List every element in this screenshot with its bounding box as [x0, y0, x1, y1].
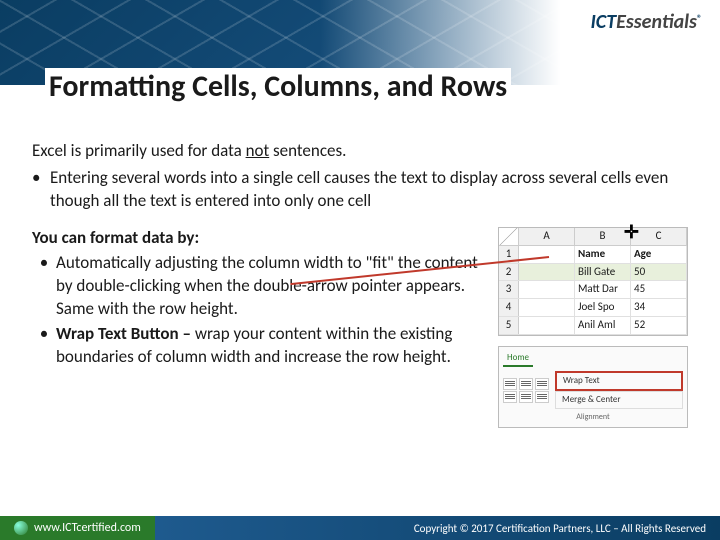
footer-copyright: Copyright © 2017 Certification Partners,…: [155, 516, 720, 540]
bullet-dot: •: [32, 252, 56, 321]
cell: [519, 264, 575, 281]
alignment-buttons: [503, 378, 549, 403]
logo-registered: ®: [697, 12, 702, 25]
image-column: ✛ A B C 1 Name Age 2 Bill Gate: [498, 227, 688, 428]
home-tab: Home: [503, 351, 533, 367]
row-header: 2: [499, 264, 519, 281]
row-header: 5: [499, 317, 519, 334]
align-icon: [519, 391, 533, 403]
merge-center-button: Merge & Center: [555, 391, 683, 409]
bullet-autofit: • Automatically adjusting the column wid…: [32, 252, 484, 321]
col-header: A: [519, 228, 575, 245]
ribbon-group-label: Alignment: [503, 412, 683, 423]
cell: Name: [575, 246, 631, 263]
table-row: 4 Joel Spo 34: [499, 299, 687, 317]
align-icon: [503, 378, 517, 390]
cell: 52: [631, 317, 687, 334]
col-header: C: [631, 228, 687, 245]
logo: ICTEssentials®: [590, 10, 702, 34]
wrap-text-button: Wrap Text: [555, 371, 683, 391]
cell: 34: [631, 299, 687, 316]
table-row: 3 Matt Dar 45: [499, 281, 687, 299]
content-area: Excel is primarily used for data not sen…: [32, 140, 688, 428]
align-icon: [519, 378, 533, 390]
resize-cursor-icon: ✛: [624, 220, 639, 244]
cell: Anil Aml: [575, 317, 631, 334]
table-row: 1 Name Age: [499, 246, 687, 264]
ribbon-body: Wrap Text Merge & Center: [503, 371, 683, 409]
cell: Matt Dar: [575, 281, 631, 298]
bullet-overflow: • Entering several words into a single c…: [32, 167, 688, 213]
lower-columns: You can format data by: • Automatically …: [32, 227, 688, 428]
col-header: B: [575, 228, 631, 245]
bullet-wrap-text: Wrap Text Button – wrap your content wit…: [56, 323, 484, 369]
intro-text: Excel is primarily used for data not sen…: [32, 140, 688, 163]
cell: 50: [631, 264, 687, 281]
bullet-overflow-text: Entering several words into a single cel…: [50, 167, 688, 213]
format-subhead: You can format data by:: [32, 227, 484, 250]
bullet-autofit-text: Automatically adjusting the column width…: [56, 252, 484, 321]
cell: Bill Gate: [575, 264, 631, 281]
excel-screenshot: ✛ A B C 1 Name Age 2 Bill Gate: [498, 227, 688, 336]
intro-pre: Excel is primarily used for data: [32, 140, 246, 161]
bullet-wrap-bold: Wrap Text Button –: [56, 323, 195, 344]
align-icon: [535, 378, 549, 390]
align-icon: [503, 391, 517, 403]
footer: www.ICTcertified.com Copyright © 2017 Ce…: [0, 516, 720, 540]
cell: Age: [631, 246, 687, 263]
text-column: You can format data by: • Automatically …: [32, 227, 484, 371]
table-row: 5 Anil Aml 52: [499, 317, 687, 335]
table-row: 2 Bill Gate 50: [499, 264, 687, 282]
bullet-wrap: • Wrap Text Button – wrap your content w…: [32, 323, 484, 369]
logo-essentials: Essentials: [616, 10, 697, 34]
bullet-dot: •: [32, 323, 56, 369]
footer-url: www.ICTcertified.com: [0, 516, 155, 540]
bullet-dot: •: [32, 167, 50, 213]
cell: Joel Spo: [575, 299, 631, 316]
footer-url-text: www.ICTcertified.com: [34, 521, 141, 535]
select-all-corner: [499, 228, 519, 245]
cell: [519, 299, 575, 316]
cell: [519, 317, 575, 334]
align-icon: [535, 391, 549, 403]
cell: [519, 281, 575, 298]
globe-icon: [14, 521, 28, 535]
slide-title: Formatting Cells, Columns, and Rows: [45, 68, 511, 105]
column-headers: A B C: [499, 228, 687, 246]
row-header: 3: [499, 281, 519, 298]
ribbon-screenshot: Home: [498, 346, 688, 428]
intro-post: sentences.: [269, 140, 346, 161]
row-header: 4: [499, 299, 519, 316]
logo-ict: ICT: [590, 10, 616, 34]
cell: 45: [631, 281, 687, 298]
intro-not: not: [246, 140, 270, 161]
